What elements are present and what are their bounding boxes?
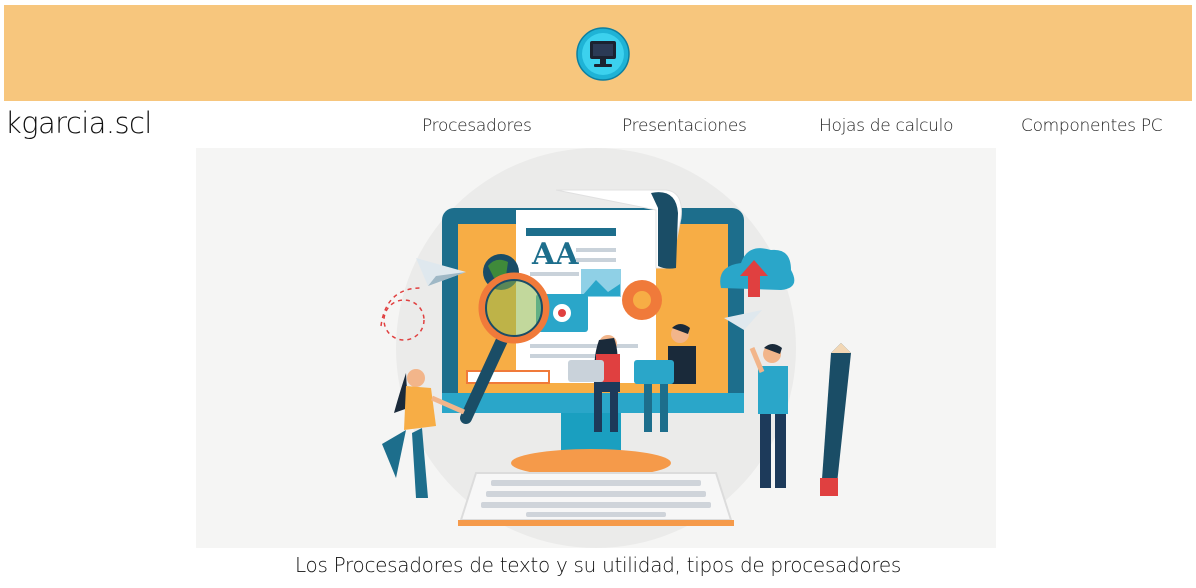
nav-item-procesadores[interactable]: Procesadores	[422, 116, 532, 136]
main-nav: Procesadores Presentaciones Hojas de cal…	[0, 116, 1196, 140]
nav-item-componentes-pc[interactable]: Componentes PC	[1021, 116, 1163, 136]
hero-caption: Los Procesadores de texto y su utilidad,…	[295, 553, 901, 577]
nav-item-hojas-de-calculo[interactable]: Hojas de calculo	[819, 116, 953, 136]
doc-letters-text: AA	[531, 237, 579, 272]
computer-illustration: AA	[380, 148, 851, 548]
hero-illustration: AA	[196, 148, 996, 548]
header-banner	[4, 5, 1192, 101]
page: kgarcia.scl Procesadores Presentaciones …	[0, 0, 1196, 588]
nav-item-presentaciones[interactable]: Presentaciones	[622, 116, 747, 136]
monitor-icon[interactable]	[576, 27, 630, 81]
